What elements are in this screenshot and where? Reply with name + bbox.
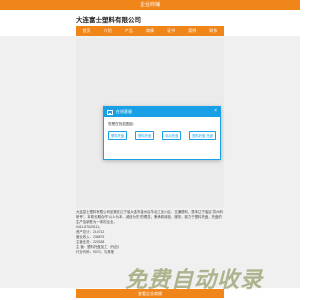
nav-item-home[interactable]: 首页: [83, 26, 91, 36]
close-icon[interactable]: ×: [214, 108, 217, 114]
nav-item-products[interactable]: 产品: [125, 26, 133, 36]
top-bar: 企业商铺: [0, 0, 300, 10]
info-industry-code: 行业代码：9070、与其他: [76, 250, 115, 254]
online-service-dialog: 在线客服 × 您是在找如图品： 塑料托盘 塑料托盘 标示托盘 塑料托盘 托盘: [103, 106, 221, 160]
product-button-4[interactable]: 塑料托盘 托盘: [189, 131, 216, 140]
product-button-1[interactable]: 塑料托盘: [108, 131, 128, 140]
main-nav: 首页 介绍 产品 商情 证书 案例 联系: [76, 26, 224, 36]
view-shop-button[interactable]: 查看企业商铺: [76, 289, 224, 298]
nav-item-intro[interactable]: 介绍: [104, 26, 112, 36]
dialog-buttons: 塑料托盘 塑料托盘 标示托盘 塑料托盘 托盘: [108, 131, 216, 140]
product-button-2[interactable]: 塑料托盘: [135, 131, 155, 140]
company-name: 大连富士塑料有限公司: [76, 17, 141, 24]
nav-item-contact[interactable]: 联系: [209, 26, 217, 36]
nav-item-business[interactable]: 商情: [146, 26, 154, 36]
top-bar-title: 企业商铺: [139, 2, 160, 8]
info-description: 大连富士塑料有限公司坐落在辽宁省大连市金州区华北工业川区，交通便利，是本辽宁省区…: [76, 210, 223, 224]
dialog-header: 在线客服: [104, 107, 220, 117]
dialog-prompt: 您是在找如图品：: [108, 122, 137, 126]
dialog-title: 在线客服: [116, 109, 132, 114]
nav-item-cases[interactable]: 案例: [188, 26, 196, 36]
company-info: 大连富士塑料有限公司坐落在辽宁省大连市金州区华北工业川区，交通便利，是本辽宁省区…: [76, 210, 224, 255]
chat-icon: [107, 109, 113, 115]
nav-item-certificates[interactable]: 证书: [167, 26, 175, 36]
product-button-3[interactable]: 标示托盘: [162, 131, 182, 140]
